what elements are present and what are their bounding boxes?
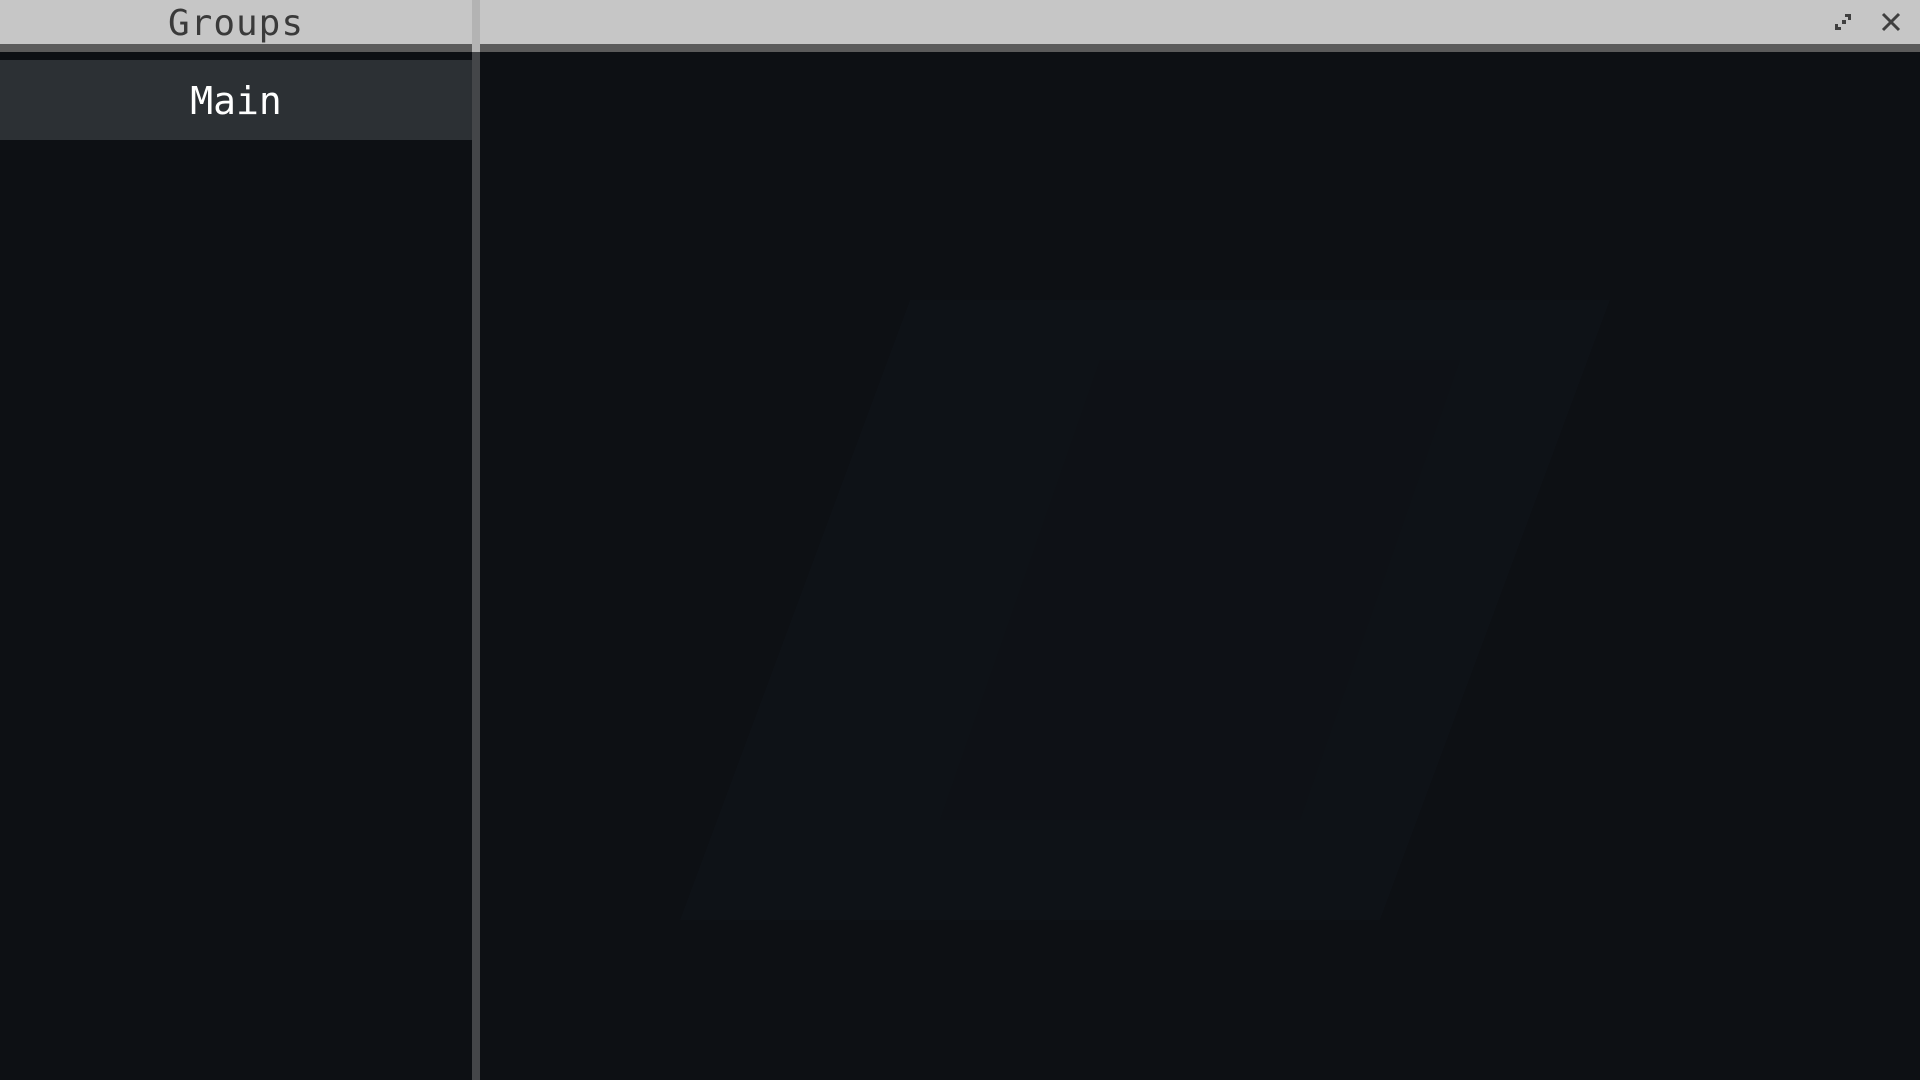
group-content-area — [480, 60, 1920, 1080]
header-divider — [472, 0, 480, 52]
groups-window: Groups Main — [0, 0, 1920, 1080]
groups-sidebar: Main — [0, 52, 472, 1080]
title-bar: Groups — [0, 0, 1920, 52]
groups-title: Groups — [167, 3, 305, 44]
close-icon — [1880, 11, 1902, 33]
group-item-main[interactable]: Main — [0, 60, 472, 140]
close-button[interactable] — [1874, 5, 1908, 39]
sidebar-divider[interactable] — [472, 52, 480, 1080]
background-logo-watermark — [680, 300, 1610, 920]
expand-button[interactable] — [1826, 5, 1860, 39]
expand-icon — [1832, 11, 1854, 33]
window-controls — [1826, 0, 1920, 44]
